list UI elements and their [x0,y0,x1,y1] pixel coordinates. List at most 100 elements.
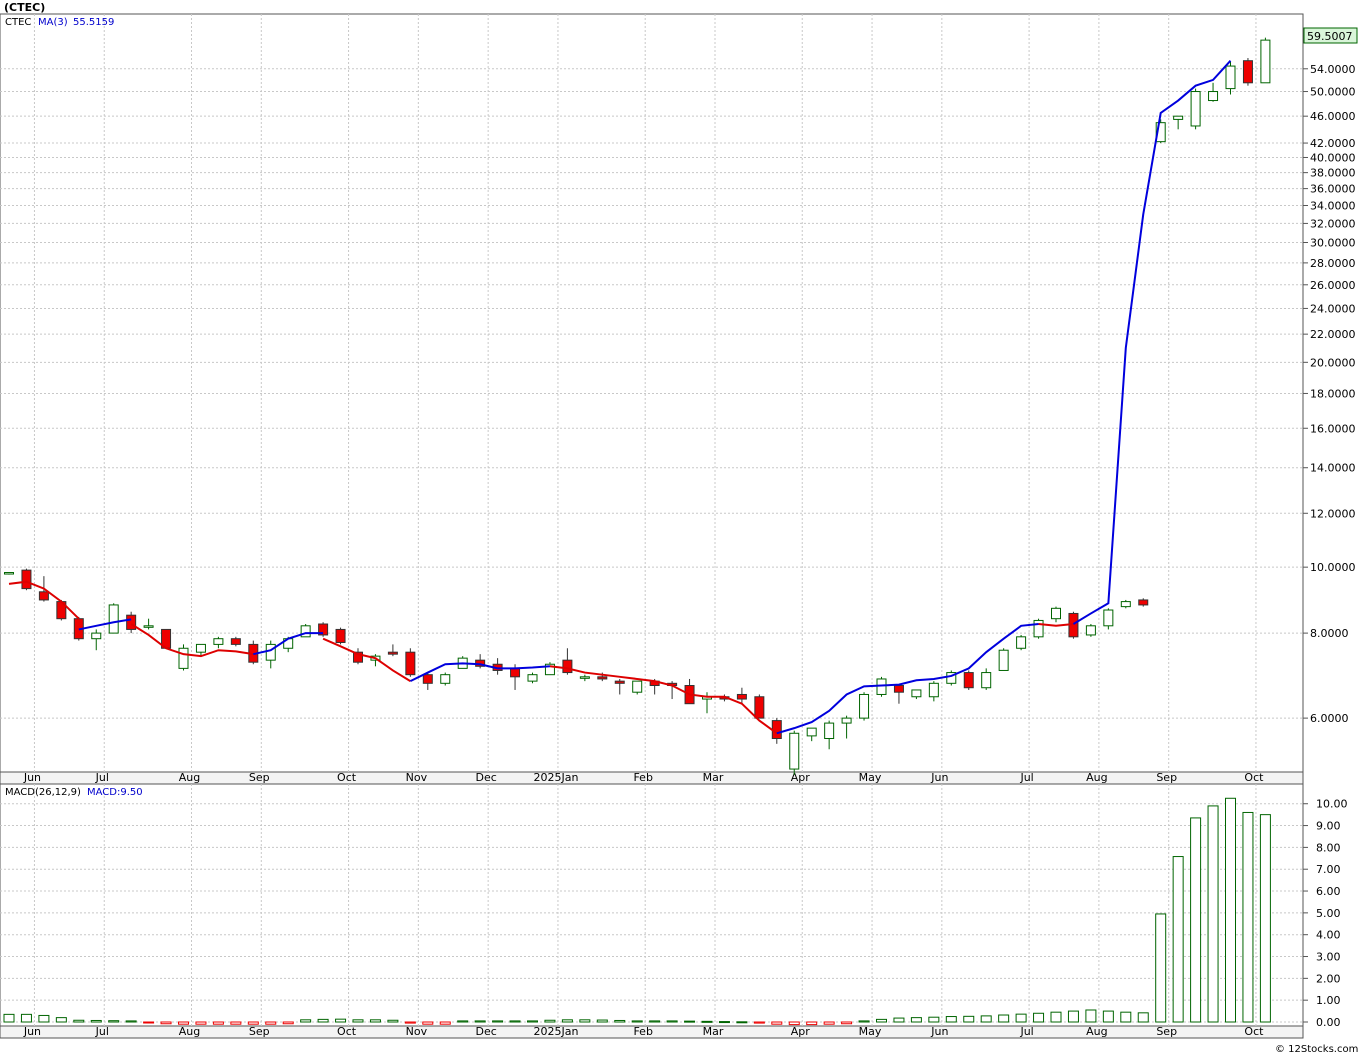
macd-bar [771,1021,783,1025]
macd-bar [1155,913,1167,1023]
price-tick-label: 42.0000 [1310,137,1356,150]
candle-up [143,625,154,628]
price-tick-label: 14.0000 [1310,462,1356,475]
macd-bar [963,1015,975,1023]
candle-up [1085,625,1096,636]
macd-x-label: Jul [1019,1025,1033,1038]
price-tick-label: 50.0000 [1310,86,1356,99]
price-x-label: Sep [249,771,270,784]
macd-bar [178,1021,189,1025]
macd-bar [910,1017,922,1023]
macd-bar [1085,1009,1097,1023]
macd-x-label: Sep [1156,1025,1177,1038]
macd-x-label: Jun [930,1025,948,1038]
macd-bar [335,1018,347,1023]
price-x-label: Aug [1086,771,1107,784]
candle-down [1138,599,1149,606]
macd-bar [55,1017,67,1023]
macd-bar [300,1019,312,1023]
macd-bar [20,1013,32,1023]
ma-label: MA(3) [38,17,68,28]
macd-bar [858,1020,870,1023]
candle-up [1016,636,1027,649]
macd-tick-label: 5.00 [1316,907,1341,920]
candle-up [876,678,887,695]
candle-up [1225,65,1236,90]
macd-bar [369,1019,381,1023]
price-tick-label: 54.0000 [1310,63,1356,76]
macd-tick-label: 7.00 [1316,863,1341,876]
macd-x-label: Jul [95,1025,109,1038]
macd-x-label: Oct [1244,1025,1264,1038]
candle-up [1033,619,1044,638]
price-tick-label: 34.0000 [1310,200,1356,213]
macd-x-label: Dec [476,1025,497,1038]
macd-bar [544,1019,556,1023]
price-x-label: May [859,771,882,784]
macd-bar [945,1016,957,1023]
candle-up [1190,91,1201,127]
candle-up [195,643,206,653]
macd-bar [701,1020,713,1023]
price-x-label: Aug [179,771,200,784]
macd-bar [788,1021,800,1026]
macd-panel [0,783,1304,1027]
price-x-label: Jul [95,771,109,784]
candle-down [230,638,241,645]
candle-down [422,674,433,684]
candle-up [789,732,800,770]
macd-x-label: Feb [633,1025,652,1038]
macd-bar [823,1021,835,1025]
price-tick-label: 26.0000 [1310,279,1356,292]
macd-bar [928,1016,940,1023]
price-x-label: Mar [703,771,724,784]
macd-bar [998,1014,1010,1023]
price-x-label: 2025Jan [533,771,578,784]
macd-bar [212,1021,224,1025]
candle-up [841,717,852,724]
price-tick-label: 28.0000 [1310,257,1356,270]
macd-bar [73,1019,85,1023]
macd-tick-label: 4.00 [1316,929,1341,942]
candle-down [1242,60,1253,84]
candle-down [562,659,573,674]
candle-up [213,638,224,645]
macd-bar [125,1020,137,1023]
macd-bar [666,1020,678,1023]
macd-bar [439,1021,451,1025]
macd-bar [1137,1012,1149,1023]
candle-up [1260,39,1271,84]
candle-up [178,647,189,669]
candle-down [405,651,416,676]
macd-bar [1242,811,1254,1023]
candle-up [1208,91,1219,102]
price-tick-label: 30.0000 [1310,236,1356,249]
macd-bar [195,1021,207,1025]
macd-bar [649,1020,661,1023]
macd-bar [38,1014,50,1023]
macd-bar [893,1017,905,1023]
candle-up [1120,601,1131,608]
candle-down [126,614,137,630]
candle-up [806,727,817,737]
macd-bar [404,1021,416,1024]
macd-tick-label: 6.00 [1316,885,1341,898]
macd-bar [387,1019,399,1023]
macd-bar [736,1021,748,1024]
macd-tick-label: 8.00 [1316,841,1341,854]
price-x-label: Jun [930,771,948,784]
macd-x-label: May [859,1025,882,1038]
candle-up [265,643,276,661]
macd-bar [596,1019,608,1023]
macd-x-label: Aug [1086,1025,1107,1038]
macd-x-label: Nov [406,1025,428,1038]
price-tick-label: 20.0000 [1310,356,1356,369]
macd-bar [457,1020,469,1023]
macd-tick-label: 10.00 [1316,798,1348,811]
macd-bar [230,1021,242,1025]
candle-down [893,685,904,693]
candle-down [754,696,765,719]
macd-bar [352,1019,364,1023]
price-tick-label: 46.0000 [1310,110,1356,123]
macd-bar [492,1020,504,1023]
